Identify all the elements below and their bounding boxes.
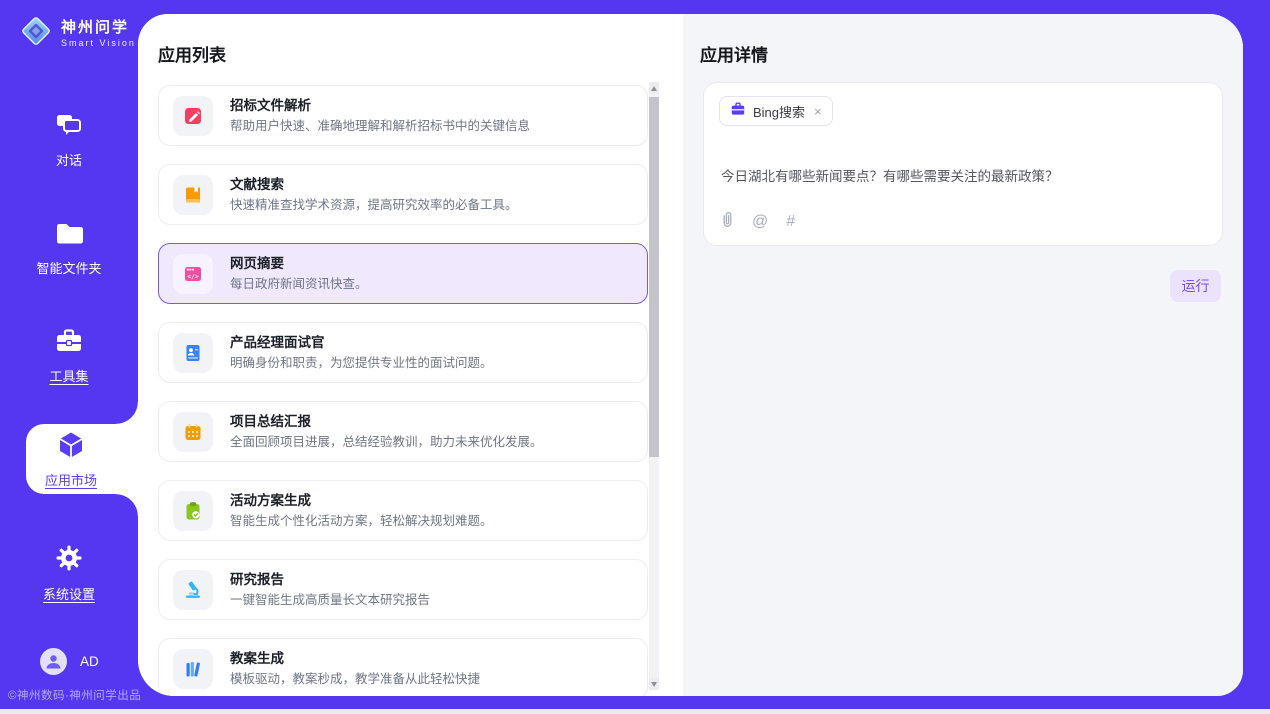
app-name: 研究报告 [230, 572, 430, 587]
app-desc: 明确身份和职责，为您提供专业性的面试问题。 [230, 356, 493, 370]
prompt-input[interactable]: 今日湖北有哪些新闻要点？有哪些需要关注的最新政策？ [721, 165, 1201, 185]
app-name: 文献搜索 [230, 177, 518, 192]
app-item-research-report[interactable]: 研究报告 一键智能生成高质量长文本研究报告 [158, 559, 648, 620]
avatar [40, 648, 67, 675]
app-item-lesson-plan[interactable]: 教案生成 模板驱动，教案秒成，教学准备从此轻松快捷 [158, 638, 648, 696]
browser-code-icon: </> [173, 254, 213, 294]
app-item-literature-search[interactable]: 文献搜索 快速精准查找学术资源，提高研究效率的必备工具。 [158, 164, 648, 225]
diamond-logo-icon [18, 13, 54, 54]
scroll-down-arrow[interactable] [649, 678, 659, 690]
app-item-project-summary[interactable]: 项目总结汇报 全面回顾项目进展，总结经验教训，助力未来优化发展。 [158, 401, 648, 462]
app-desc: 快速精准查找学术资源，提高研究效率的必备工具。 [230, 198, 518, 212]
app-name: 招标文件解析 [230, 98, 530, 113]
scrollbar-thumb[interactable] [649, 97, 659, 457]
sidebar-item-chat[interactable]: 对话 [0, 112, 138, 169]
at-icon[interactable]: @ [752, 214, 768, 230]
app-detail-title: 应用详情 [700, 41, 768, 66]
sidebar-item-label: 对话 [56, 150, 82, 169]
prompt-toolbar: @ # [721, 211, 795, 232]
app-name: 网页摘要 [230, 256, 368, 271]
gear-icon [55, 544, 83, 577]
app-item-event-plan[interactable]: 活动方案生成 智能生成个性化活动方案，轻松解决规划难题。 [158, 480, 648, 541]
copyright-footer: ©神州数码·神州问学出品 [8, 687, 141, 703]
app-desc: 模板驱动，教案秒成，教学准备从此轻松快捷 [230, 672, 480, 686]
user-initials: AD [80, 654, 99, 669]
brand-logo: 神州问学 Smart Vision [18, 13, 136, 54]
toolbox-icon [54, 328, 84, 359]
brand-name: 神州问学 [61, 19, 136, 36]
app-list-title: 应用列表 [158, 41, 226, 66]
app-item-pm-interviewer[interactable]: 产品经理面试官 明确身份和职责，为您提供专业性的面试问题。 [158, 322, 648, 383]
app-detail-panel: 应用详情 Bing搜索 × 今日湖北有哪些新闻要点？有哪些需要关注的最新政策？ [683, 14, 1243, 696]
app-list: 招标文件解析 帮助用户快速、准确地理解和解析招标书中的关键信息 文献搜索 快速精… [158, 85, 648, 696]
app-name: 产品经理面试官 [230, 335, 493, 350]
pen-square-icon [173, 96, 213, 136]
briefcase-icon [730, 101, 746, 122]
book-icon [173, 175, 213, 215]
sidebar: 神州问学 Smart Vision 对话 智能文件夹 [0, 0, 138, 714]
sidebar-item-smart-folder[interactable]: 智能文件夹 [0, 220, 138, 277]
sidebar-item-app-market[interactable]: 应用市场 [26, 424, 138, 494]
hash-icon[interactable]: # [786, 214, 795, 230]
books-icon [173, 649, 213, 689]
list-scrollbar[interactable] [649, 82, 659, 690]
app-desc: 全面回顾项目进展，总结经验教训，助力未来优化发展。 [230, 435, 543, 449]
microscope-icon [173, 570, 213, 610]
folder-icon [54, 220, 84, 251]
chat-icon [55, 112, 83, 143]
sidebar-item-label: 工具集 [49, 366, 88, 385]
scroll-up-arrow[interactable] [649, 82, 659, 94]
resume-icon [173, 333, 213, 373]
sidebar-item-toolset[interactable]: 工具集 [0, 328, 138, 385]
app-item-bid-document-analysis[interactable]: 招标文件解析 帮助用户快速、准确地理解和解析招标书中的关键信息 [158, 85, 648, 146]
brand-subtitle: Smart Vision [61, 38, 136, 48]
app-list-panel: 应用列表 招标文件解析 帮助用户快速、准确地理解和解析招标书中的关键信息 [138, 14, 683, 696]
app-name: 活动方案生成 [230, 493, 493, 508]
main-container: 应用列表 招标文件解析 帮助用户快速、准确地理解和解析招标书中的关键信息 [138, 14, 1243, 696]
sidebar-item-settings[interactable]: 系统设置 [0, 544, 138, 603]
sidebar-item-label: 智能文件夹 [36, 258, 101, 277]
svg-text:</>: </> [187, 273, 198, 280]
app-desc: 帮助用户快速、准确地理解和解析招标书中的关键信息 [230, 119, 530, 133]
app-desc: 一键智能生成高质量长文本研究报告 [230, 593, 430, 607]
bottom-edge-strip [0, 709, 1270, 714]
app-name: 项目总结汇报 [230, 414, 543, 429]
app-desc: 每日政府新闻资讯快查。 [230, 277, 368, 291]
clipboard-check-icon [173, 491, 213, 531]
user-account[interactable]: AD [40, 648, 99, 675]
app-name: 教案生成 [230, 651, 480, 666]
calendar-icon [173, 412, 213, 452]
tool-chip-bing-search[interactable]: Bing搜索 × [719, 96, 833, 126]
run-button[interactable]: 运行 [1170, 270, 1221, 302]
paperclip-icon[interactable] [721, 211, 734, 232]
close-icon[interactable]: × [814, 105, 822, 118]
app-item-web-summary[interactable]: </> 网页摘要 每日政府新闻资讯快查。 [158, 243, 648, 304]
tool-chip-label: Bing搜索 [753, 102, 805, 121]
app-desc: 智能生成个性化活动方案，轻松解决规划难题。 [230, 514, 493, 528]
prompt-card: Bing搜索 × 今日湖北有哪些新闻要点？有哪些需要关注的最新政策？ @ # [703, 82, 1223, 246]
sidebar-item-label: 应用市场 [45, 470, 97, 489]
sidebar-item-label: 系统设置 [43, 584, 95, 603]
cube-icon [56, 430, 86, 465]
